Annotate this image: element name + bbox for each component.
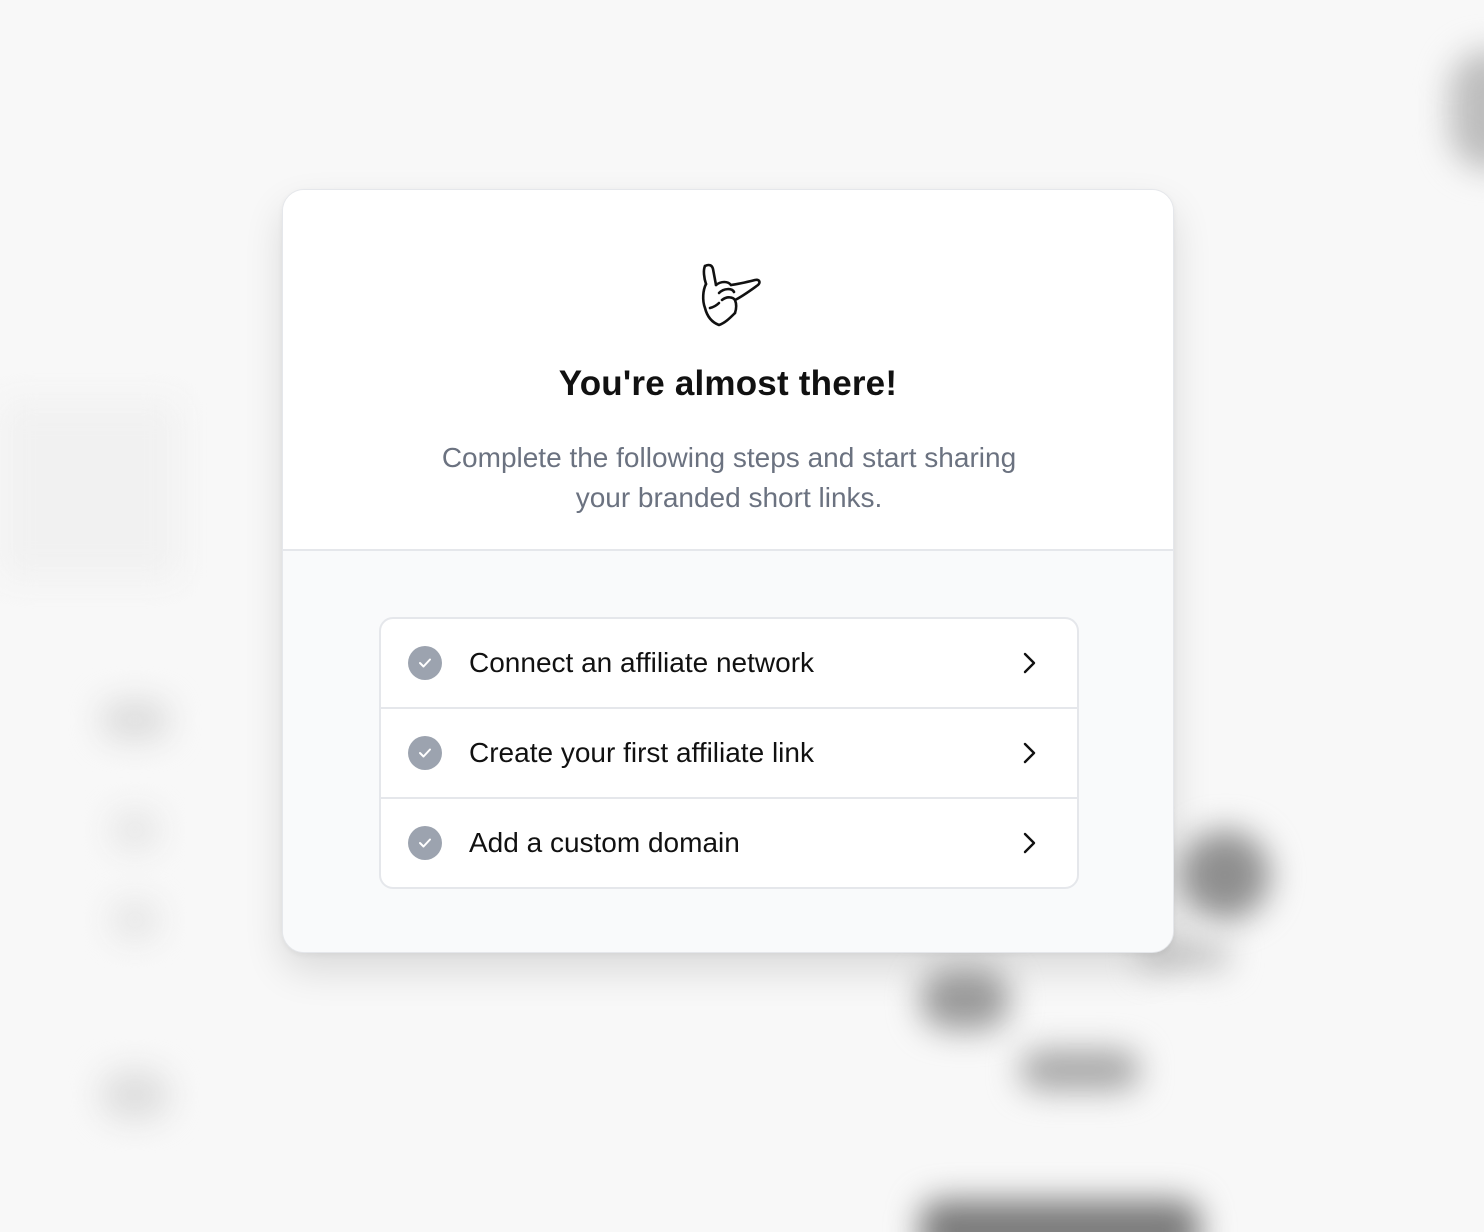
modal-title: You're almost there! <box>558 364 898 403</box>
chevron-right-icon <box>1023 652 1036 674</box>
step-label: Add a custom domain <box>469 827 740 858</box>
check-circle-icon <box>408 736 442 770</box>
step-label: Create your first affiliate link <box>469 737 814 768</box>
check-circle-icon <box>408 826 442 860</box>
modal-body: Connect an affiliate network Create your… <box>283 551 1173 952</box>
step-add-custom-domain[interactable]: Add a custom domain <box>381 797 1077 887</box>
blurred-sidebar <box>0 400 180 580</box>
step-connect-affiliate-network[interactable]: Connect an affiliate network <box>381 619 1077 707</box>
chevron-right-icon <box>1023 832 1036 854</box>
blurred-corner-shape <box>1450 50 1484 170</box>
chevron-right-icon <box>1023 742 1036 764</box>
step-create-affiliate-link[interactable]: Create your first affiliate link <box>381 707 1077 797</box>
blurred-illustration <box>920 970 1010 1030</box>
blurred-illustration <box>1180 830 1270 920</box>
step-label: Connect an affiliate network <box>469 647 815 678</box>
blurred-illustration <box>1020 1050 1140 1090</box>
onboarding-steps-list: Connect an affiliate network Create your… <box>379 617 1079 889</box>
call-me-hand-icon <box>701 263 761 327</box>
blurred-button <box>920 1200 1200 1232</box>
blurred-sidebar-item <box>100 700 170 740</box>
modal-subtitle: Complete the following steps and start s… <box>441 442 1017 513</box>
onboarding-modal: You're almost there! Complete the follow… <box>282 189 1174 953</box>
check-circle-icon <box>408 646 442 680</box>
blurred-sidebar-item <box>110 810 160 850</box>
modal-header: You're almost there! Complete the follow… <box>283 190 1173 551</box>
blurred-sidebar-item <box>110 900 160 940</box>
blurred-sidebar-item <box>100 1070 170 1120</box>
